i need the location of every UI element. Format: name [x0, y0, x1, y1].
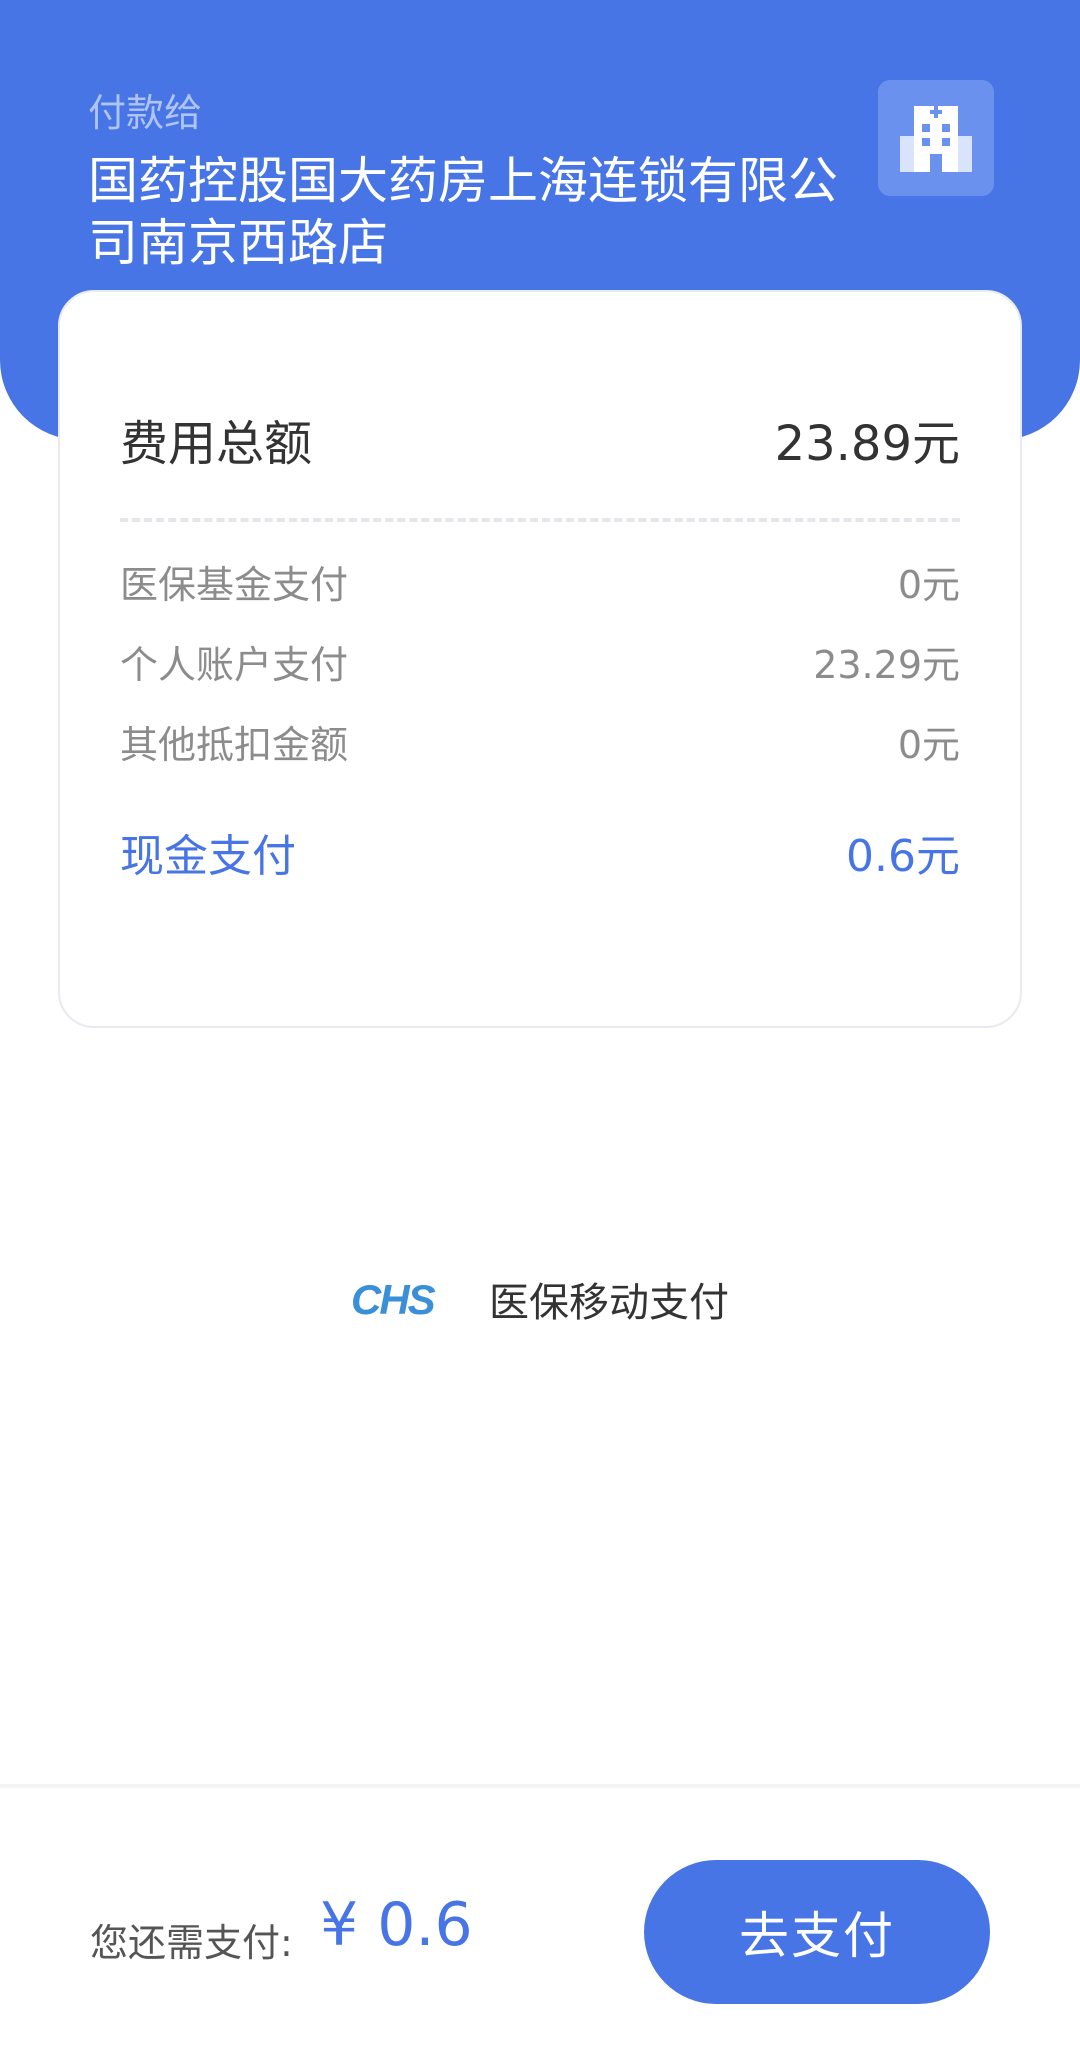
- payment-page: 付款给 国药控股国大药房上海连锁有限公司南京西路店 费用总额 23.89元 医保…: [0, 0, 1080, 2070]
- bottom-divider: [0, 1784, 1080, 1788]
- chs-logo: CHS: [351, 1279, 438, 1319]
- cash-payment-row: 现金支付 0.6元: [120, 820, 960, 884]
- personal-account-label: 个人账户支付: [120, 643, 349, 687]
- fund-payment-row: 医保基金支付 0元: [120, 554, 960, 609]
- hospital-icon: [878, 80, 994, 196]
- total-row: 费用总额 23.89元: [120, 404, 960, 474]
- remaining-label: 您还需支付:: [90, 1921, 293, 1965]
- merchant-name: 国药控股国大药房上海连锁有限公司南京西路店: [88, 152, 838, 272]
- cash-payment-value: 0.6元: [846, 831, 960, 882]
- other-deduction-label: 其他抵扣金额: [120, 723, 349, 767]
- chs-caption: 医保移动支付: [489, 1280, 729, 1326]
- personal-account-value: 23.29元: [813, 643, 960, 687]
- fund-payment-value: 0元: [897, 563, 960, 607]
- cash-payment-label: 现金支付: [120, 831, 296, 882]
- other-deduction-value: 0元: [897, 723, 960, 767]
- fund-payment-label: 医保基金支付: [120, 563, 349, 607]
- pay-to-label: 付款给: [88, 91, 203, 135]
- remaining-amount: ¥ 0.6: [320, 1890, 473, 1960]
- payment-summary-card: 费用总额 23.89元 医保基金支付 0元 个人账户支付 23.29元 其他抵扣…: [58, 290, 1022, 1028]
- pay-button[interactable]: 去支付: [644, 1860, 990, 2004]
- personal-account-row: 个人账户支付 23.29元: [120, 634, 960, 689]
- other-deduction-row: 其他抵扣金额 0元: [120, 714, 960, 769]
- chs-brand: CHS 医保移动支付: [0, 1270, 1080, 1328]
- total-value: 23.89元: [774, 416, 960, 472]
- svg-text:CHS: CHS: [351, 1279, 436, 1319]
- dashed-divider: [120, 518, 960, 522]
- total-label: 费用总额: [120, 416, 313, 472]
